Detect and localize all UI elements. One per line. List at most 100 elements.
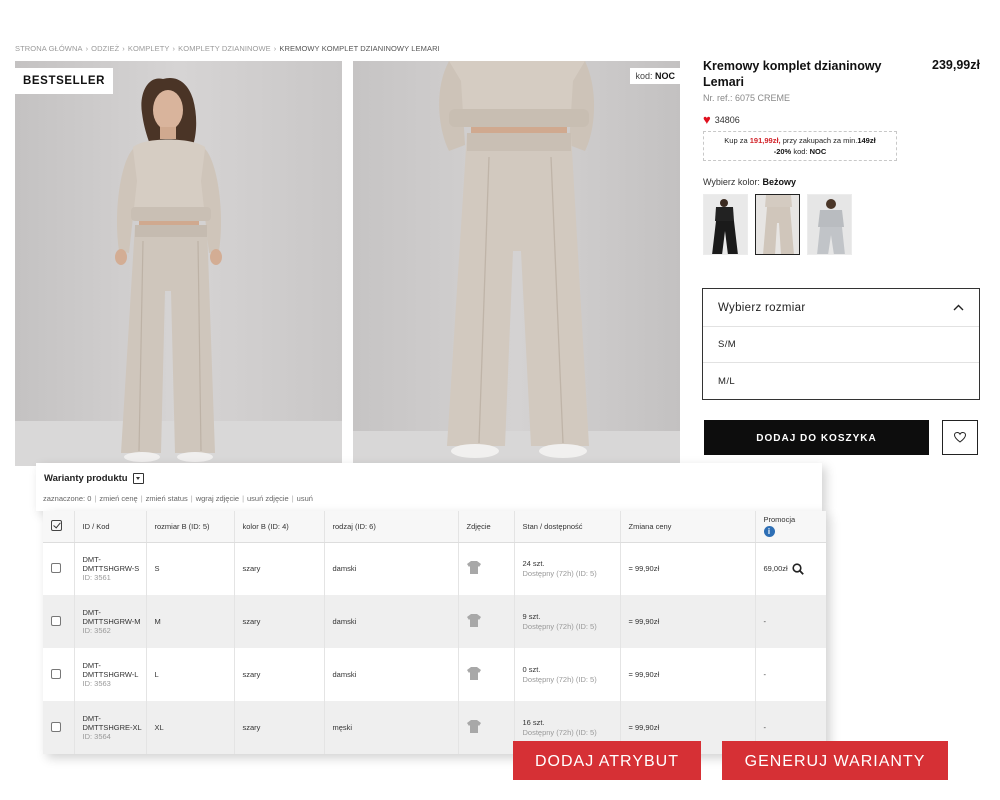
promo-value-group: 69,00zł: [764, 563, 827, 575]
size-dropdown-header[interactable]: Wybierz rozmiar: [703, 289, 979, 327]
change-price-link[interactable]: zmień cenę: [99, 494, 137, 503]
breadcrumb-home[interactable]: STRONA GŁÓWNA: [15, 44, 83, 53]
variant-photo[interactable]: [458, 542, 515, 595]
variant-stock-cell: 9 szt. Dostępny (72h) (ID: 5): [514, 595, 621, 648]
row-select-cell: [43, 542, 75, 595]
breadcrumb: STRONA GŁÓWNA › ODZIEŻ › KOMPLETY › KOMPLETY D…: [15, 44, 440, 53]
promo-middle: przy zakupach za min.: [782, 136, 858, 145]
variant-size: S: [146, 542, 235, 595]
variant-id-cell: DMT-DMTTSHGRE-XL ID: 3564: [74, 701, 147, 754]
wishlist-button[interactable]: [942, 420, 978, 455]
variant-stock-cell: 0 szt. Dostępny (72h) (ID: 5): [514, 648, 621, 701]
heart-outline-icon: [954, 432, 966, 443]
add-attribute-button[interactable]: DODAJ ATRYBUT: [513, 741, 701, 780]
variant-kind: damski: [324, 648, 459, 701]
table-row[interactable]: DMT-DMTTSHGRW-M ID: 3562 Mszary damski 9 szt…: [43, 595, 826, 648]
color-swatch-grey[interactable]: [807, 194, 852, 255]
size-option-sm[interactable]: S/M: [703, 327, 979, 363]
breadcrumb-sets[interactable]: KOMPLETY: [128, 44, 170, 53]
variants-title-text: Warianty produktu: [44, 473, 128, 484]
upload-image-link[interactable]: wgraj zdjęcie: [196, 494, 239, 503]
breadcrumb-separator: ›: [122, 44, 125, 53]
color-swatch-black[interactable]: [703, 194, 748, 255]
promo-header-label: Promocja: [763, 515, 796, 525]
column-header-id[interactable]: ID / Kod: [74, 511, 147, 543]
variant-photo[interactable]: [458, 648, 515, 701]
add-to-cart-button[interactable]: DODAJ DO KOSZYKA: [704, 420, 929, 455]
column-header-price-change[interactable]: Zmiana ceny: [620, 511, 756, 543]
column-header-stock[interactable]: Stan / dostępność: [514, 511, 621, 543]
product-reference: Nr. ref.: 6075 CREME: [703, 93, 791, 103]
likes-counter[interactable]: ♥ 34806: [703, 112, 983, 127]
product-price: 239,99zł: [932, 58, 980, 72]
promo-min: 149zł: [857, 136, 876, 145]
size-option-ml[interactable]: M/L: [703, 363, 979, 399]
row-select-cell: [43, 648, 75, 701]
tshirt-icon: [466, 720, 481, 733]
breadcrumb-knit-sets[interactable]: KOMPLETY DZIANINOWE: [178, 44, 271, 53]
product-photo-main-image: [15, 61, 342, 466]
table-row[interactable]: DMT-DMTTSHGRW-S ID: 3561 Sszary damski 24 sz…: [43, 542, 826, 595]
promo-box: Kup za 191,99zł, przy zakupach za min.14…: [703, 131, 897, 161]
column-header-photo: Zdjęcie: [458, 511, 515, 543]
promo-code-label: kod:: [793, 147, 808, 156]
promo-empty: -: [763, 617, 767, 626]
column-header-color[interactable]: kolor B (ID: 4): [234, 511, 325, 543]
generate-variants-button[interactable]: GENERUJ WARIANTY: [722, 741, 948, 780]
row-checkbox[interactable]: [51, 615, 61, 626]
swatch-black-image: [704, 195, 747, 254]
promo-price: 191,99zł,: [749, 136, 781, 145]
table-header-row: ID / Kod rozmiar B (ID: 5) kolor B (ID: …: [43, 511, 826, 543]
variant-availability: Dostępny (72h) (ID: 5): [522, 728, 597, 737]
variant-code: DMT-DMTTSHGRW-S: [82, 555, 140, 574]
variant-photo[interactable]: [458, 595, 515, 648]
promo-line-2: -20% kod: NOC: [706, 146, 894, 157]
color-swatch-beige[interactable]: [755, 194, 800, 255]
variant-availability: Dostępny (72h) (ID: 5): [522, 675, 597, 684]
separator: |: [242, 494, 245, 503]
variant-price-change: = 99,90zł: [620, 648, 756, 701]
product-photo-detail[interactable]: kod: NOC: [353, 61, 680, 466]
promo-discount: -20%: [773, 147, 792, 156]
promo-price-value: 69,00zł: [763, 564, 788, 574]
change-status-link[interactable]: zmień status: [146, 494, 188, 503]
product-photo-main[interactable]: BESTSELLER: [15, 61, 342, 466]
search-icon[interactable]: [792, 563, 804, 575]
table-row[interactable]: DMT-DMTTSHGRW-L ID: 3563 Lszary damski 0 szt…: [43, 648, 826, 701]
breadcrumb-clothing[interactable]: ODZIEŻ: [91, 44, 119, 53]
table-row[interactable]: DMT-DMTTSHGRE-XL ID: 3564 XL szary męski 16 s…: [43, 701, 826, 754]
info-icon[interactable]: i: [763, 526, 775, 538]
row-checkbox[interactable]: [51, 562, 61, 573]
chevron-up-icon: [953, 304, 964, 311]
heart-icon: ♥: [703, 112, 711, 127]
color-picker-label: Wybierz kolor: Beżowy: [703, 177, 983, 187]
row-checkbox[interactable]: [51, 668, 61, 679]
variant-kind: damski: [324, 542, 459, 595]
column-header-size[interactable]: rozmiar B (ID: 5): [146, 511, 235, 543]
tshirt-icon: [466, 561, 481, 575]
select-all-checkbox[interactable]: [51, 519, 62, 531]
variant-price-change: = 99,90zł: [620, 542, 756, 595]
select-all-cell: [43, 511, 75, 543]
delete-image-link[interactable]: usuń zdjęcie: [247, 494, 289, 503]
variants-panel-title: Warianty produktu: [44, 473, 144, 484]
promo-prefix: Kup za: [724, 136, 748, 145]
variant-promo-cell: -: [755, 595, 826, 648]
variant-stock-cell: 24 szt. Dostępny (72h) (ID: 5): [514, 542, 621, 595]
selected-count: zaznaczone: 0: [43, 494, 92, 503]
row-select-cell: [43, 595, 75, 648]
column-header-kind[interactable]: rodzaj (ID: 6): [324, 511, 459, 543]
likes-count: 34806: [714, 115, 740, 125]
separator: |: [291, 494, 294, 503]
promo-line-1: Kup za 191,99zł, przy zakupach za min.14…: [706, 135, 894, 146]
variant-stock: 0 szt.: [522, 665, 541, 674]
row-checkbox[interactable]: [51, 721, 61, 732]
swatch-beige-image: [756, 195, 799, 254]
variant-id: ID: 3561: [82, 573, 111, 583]
variant-size: M: [146, 595, 235, 648]
dropdown-toggle-icon[interactable]: [132, 473, 144, 484]
delete-link[interactable]: usuń: [297, 494, 313, 503]
variant-kind: damski: [324, 595, 459, 648]
variant-size: XL: [146, 701, 235, 754]
variant-photo[interactable]: [458, 701, 515, 754]
